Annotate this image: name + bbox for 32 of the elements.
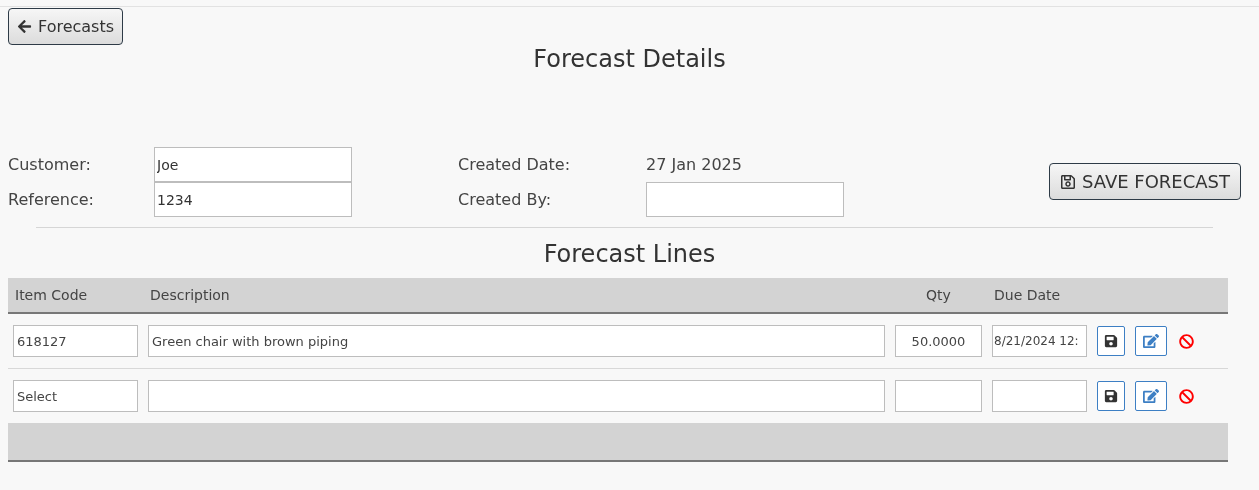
save-icon [1059,173,1076,190]
due-date-field[interactable]: 8/21/2024 12: [992,325,1087,357]
back-button[interactable]: Forecasts [8,8,124,45]
delete-button[interactable] [1177,388,1195,404]
text-field[interactable]: 1234 [154,182,352,217]
description-field[interactable] [148,380,885,412]
field-label: Created Date: [458,155,572,174]
save-forecast-button[interactable]: SAVE FORECAST [1048,163,1241,200]
column-header: Due Date [993,287,1062,303]
column-header: Item Code [14,287,89,303]
qty-field[interactable]: 50.0000 [895,325,982,357]
save-row-button[interactable] [1097,381,1125,411]
edit-button[interactable] [1135,326,1167,356]
section-title: Forecast Lines [542,240,717,268]
item-code-field[interactable]: 618127 [13,325,138,357]
created-date: 27 Jan 2025 [646,154,743,176]
page-title: Forecast Details [532,45,727,73]
field-label: Customer: [8,155,92,174]
text-field[interactable]: Joe [154,147,352,182]
field-label: Created By: [458,190,553,209]
text-field[interactable] [646,182,844,217]
item-code-field[interactable]: Select [13,380,138,412]
arrow-left-icon [17,19,32,34]
due-date-field[interactable] [992,380,1087,412]
column-header: Description [149,287,231,303]
delete-button[interactable] [1177,333,1195,349]
column-header: Qty [925,287,952,303]
save-row-button[interactable] [1097,326,1125,356]
field-label: Reference: [8,190,95,209]
description-field[interactable]: Green chair with brown piping [148,325,885,357]
edit-button[interactable] [1135,381,1167,411]
qty-field[interactable] [895,380,982,412]
